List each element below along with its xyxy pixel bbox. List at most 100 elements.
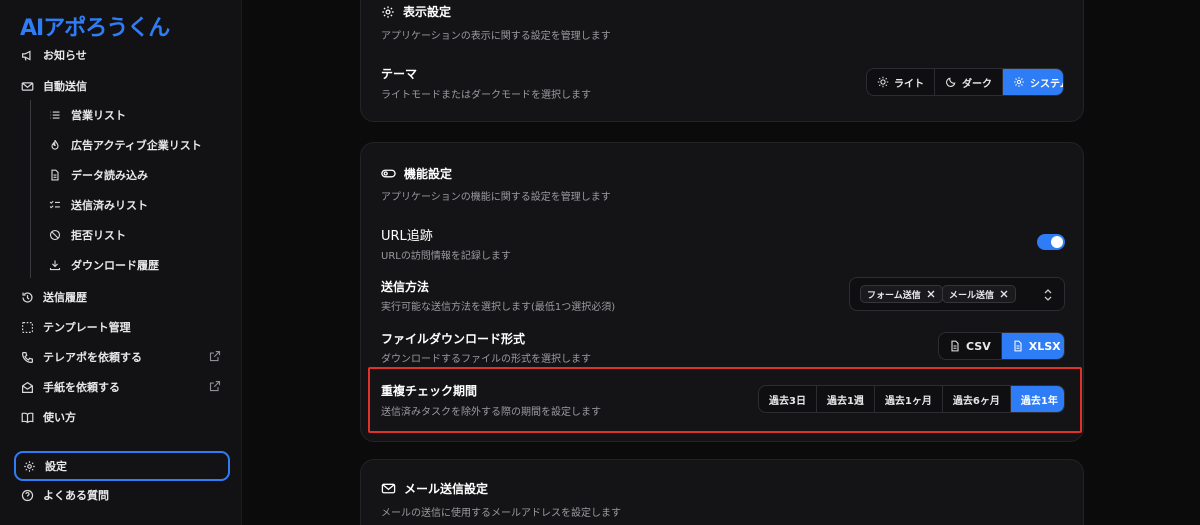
file-format-selector: CSV XLSX [938,332,1065,360]
sidebar-item-label: 送信済みリスト [71,199,148,212]
sidebar-item-auto-send[interactable]: 自動送信 [14,72,230,100]
sidebar-item-label: テンプレート管理 [43,321,131,334]
theme-option-dark[interactable]: ダーク [935,69,1003,95]
url-tracking-description: URLの訪問情報を記録します [381,251,511,262]
app-root: AIアポろうくん お知らせ 自動送信 営業リスト 広告アクティブ企業リスト デー… [0,0,1200,525]
book-icon [20,410,34,424]
toggle-knob [1051,236,1063,248]
chevron-up-down-icon [1044,289,1052,301]
chip-label: フォーム送信 [867,290,921,301]
sidebar-item-reject-list[interactable]: 拒否リスト [42,221,230,249]
sidebar-item-label: 自動送信 [43,80,87,93]
file-format-option-xlsx[interactable]: XLSX [1001,333,1064,359]
gear-icon [22,459,36,473]
sidebar-item-label: ダウンロード履歴 [71,259,159,272]
file-format-option-label: CSV [966,339,991,353]
chip-mail-send: メール送信 [942,285,1017,303]
theme-option-label: システム [1030,78,1063,90]
theme-label: テーマ [381,67,418,81]
submenu-tree-line [30,100,31,278]
sun-icon [877,76,889,88]
flame-icon [48,138,62,152]
sidebar-item-label: 手紙を依頼する [43,381,120,394]
phone-icon [20,350,34,364]
sidebar-item-request-letter[interactable]: 手紙を依頼する [14,373,230,401]
theme-option-system[interactable]: システム [1003,69,1063,95]
feature-settings-header: 機能設定 [381,165,452,182]
file-format-option-label: XLSX [1028,339,1061,353]
external-link-icon [209,350,222,363]
sidebar-item-how-to-use[interactable]: 使い方 [14,403,230,431]
app-logo[interactable]: AIアポろうくん [20,15,170,43]
sidebar-item-settings[interactable]: 設定 [14,451,230,481]
gear-icon [1014,77,1024,87]
megaphone-icon [20,48,34,62]
file-icon [1014,340,1022,352]
theme-option-light[interactable]: ライト [867,69,935,95]
file-icon [951,340,959,352]
sidebar-item-data-import[interactable]: データ読み込み [42,161,230,189]
sidebar-item-send-history[interactable]: 送信履歴 [14,283,230,311]
mail-settings-title: メール送信設定 [404,482,489,496]
url-tracking-toggle[interactable] [1037,234,1065,250]
external-link-icon [209,380,222,393]
file-icon [48,168,62,182]
feature-settings-title: 機能設定 [404,167,453,181]
chip-form-send: フォーム送信 [860,285,943,303]
send-method-label: 送信方法 [381,280,430,294]
sidebar-item-label: よくある質問 [43,489,109,502]
theme-selector: ライト ダーク システム [866,68,1064,96]
url-tracking-label: URL追跡 [381,229,433,244]
letter-icon [20,380,34,394]
sidebar-item-news[interactable]: お知らせ [14,41,230,69]
display-settings-title: 表示設定 [403,5,452,19]
display-settings-card: 表示設定 アプリケーションの表示に関する設定を管理します テーマ ライトモードま… [360,0,1084,122]
template-icon [20,320,34,334]
sidebar-item-label: 広告アクティブ企業リスト [71,139,202,152]
send-method-multiselect[interactable]: フォーム送信 メール送信 [849,277,1065,311]
download-icon [48,258,62,272]
highlight-box [368,367,1082,433]
sidebar-item-faq[interactable]: よくある質問 [14,481,230,509]
help-icon [20,488,34,502]
mail-icon [20,79,34,93]
chip-label: メール送信 [949,290,995,301]
file-format-description: ダウンロードするファイルの形式を選択します [381,354,591,365]
sidebar-item-label: 拒否リスト [71,229,126,242]
sidebar-item-label: お知らせ [43,49,87,62]
sidebar-item-label: データ読み込み [71,169,148,182]
gear-icon [381,5,395,19]
sidebar: AIアポろうくん お知らせ 自動送信 営業リスト 広告アクティブ企業リスト デー… [0,0,242,525]
mail-settings-card: メール送信設定 メールの送信に使用するメールアドレスを設定します [360,459,1084,525]
mail-settings-header: メール送信設定 [381,480,488,497]
mail-icon [381,481,396,496]
sidebar-item-label: テレアポを依頼する [43,351,142,364]
sidebar-item-label: 設定 [45,460,67,473]
ban-icon [48,228,62,242]
toggle-icon [381,166,396,181]
list-icon [48,108,62,122]
send-method-description: 実行可能な送信方法を選択します(最低1つ選択必須) [381,302,616,313]
close-icon[interactable] [999,289,1009,299]
feature-settings-description: アプリケーションの機能に関する設定を管理します [381,192,611,203]
theme-option-label: ダーク [962,78,992,90]
sidebar-item-label: 営業リスト [71,109,126,122]
history-icon [20,290,34,304]
moon-icon [946,77,956,87]
display-settings-description: アプリケーションの表示に関する設定を管理します [381,31,611,42]
close-icon[interactable] [926,289,936,299]
sidebar-item-label: 送信履歴 [43,291,87,304]
display-settings-header: 表示設定 [381,3,451,20]
file-format-label: ファイルダウンロード形式 [381,332,526,346]
sidebar-item-template-management[interactable]: テンプレート管理 [14,313,230,341]
sidebar-item-download-history[interactable]: ダウンロード履歴 [42,251,230,279]
file-format-option-csv[interactable]: CSV [939,333,1002,359]
sidebar-item-sent-list[interactable]: 送信済みリスト [42,191,230,219]
sidebar-item-ad-active-companies[interactable]: 広告アクティブ企業リスト [42,131,230,159]
theme-description: ライトモードまたはダークモードを選択します [381,90,591,101]
mail-settings-description: メールの送信に使用するメールアドレスを設定します [381,508,621,519]
sidebar-item-request-teleapo[interactable]: テレアポを依頼する [14,343,230,371]
sidebar-item-label: 使い方 [43,411,76,424]
checklist-icon [48,198,62,212]
sidebar-item-sales-list[interactable]: 営業リスト [42,101,230,129]
